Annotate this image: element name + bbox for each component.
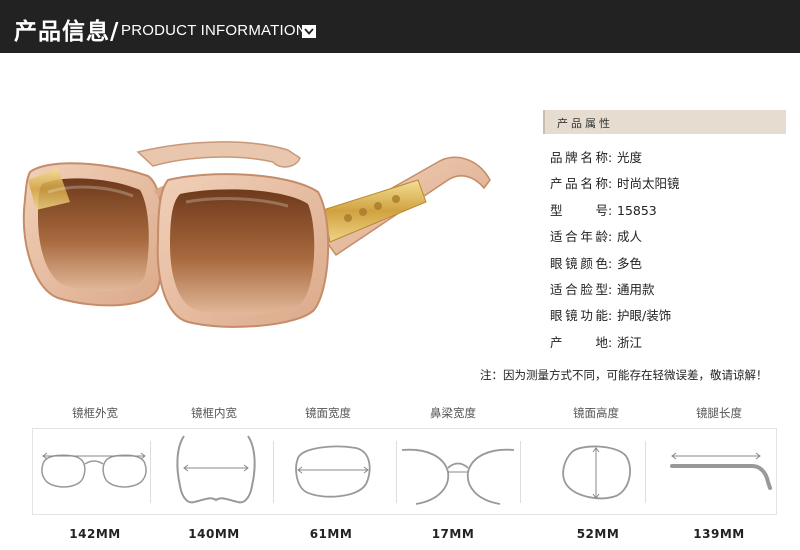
attr-row-function: 眼镜功能: 护眼/装饰 [550, 308, 672, 324]
measure-label-temple-length: 镜腿长度 [696, 406, 742, 420]
attr-row-face-shape: 适合脸型: 通用款 [550, 281, 655, 297]
measure-value-lens-width: 61MM [309, 527, 353, 541]
measure-value-inner-width: 140MM [188, 527, 240, 541]
measure-label-inner-width: 镜框内宽 [191, 406, 237, 420]
header-bar: 产品信息/ PRODUCT INFORMATION [0, 0, 800, 53]
measure-value-temple-length: 139MM [693, 527, 745, 541]
lens-width-icon [295, 445, 371, 498]
attributes-list: 品牌名称: 光度 产品名称: 时尚太阳镜 型号: 15853 适合年龄: 成人 眼镜颜色… [550, 147, 680, 358]
temple-length-icon [670, 452, 772, 490]
section-subtitle: PRODUCT INFORMATION [121, 22, 307, 39]
frame-inner-width-icon [176, 435, 256, 504]
attr-row-product-name: 产品名称: 时尚太阳镜 [550, 176, 680, 192]
frame-outer-width-icon [41, 452, 147, 488]
attr-row-color: 眼镜颜色: 多色 [550, 255, 643, 271]
measure-label-bridge-width: 鼻梁宽度 [430, 406, 476, 420]
measure-label-lens-width: 镜面宽度 [305, 406, 351, 420]
attr-row-model: 型号: 15853 [550, 202, 657, 218]
measure-label-lens-height: 镜面高度 [573, 406, 619, 420]
sunglasses-product-photo [22, 141, 491, 328]
section-title: 产品信息/ [14, 19, 120, 45]
measure-label-outer-width: 镜框外宽 [72, 406, 118, 420]
measurement-note: 注：因为测量方式不同，可能存在轻微误差，敬请谅解！ [480, 368, 768, 382]
attributes-heading: 产品属性 [543, 110, 786, 134]
attr-row-age: 适合年龄: 成人 [550, 229, 643, 245]
attr-row-origin: 产地: 浙江 [550, 334, 643, 350]
measure-value-bridge-width: 17MM [431, 527, 475, 541]
chevron-down-icon[interactable] [302, 25, 316, 38]
measure-value-lens-height: 52MM [576, 527, 620, 541]
measure-value-outer-width: 142MM [69, 527, 121, 541]
bridge-width-icon [401, 448, 515, 505]
attr-row-brand: 品牌名称: 光度 [550, 150, 643, 165]
lens-height-icon [562, 445, 631, 500]
